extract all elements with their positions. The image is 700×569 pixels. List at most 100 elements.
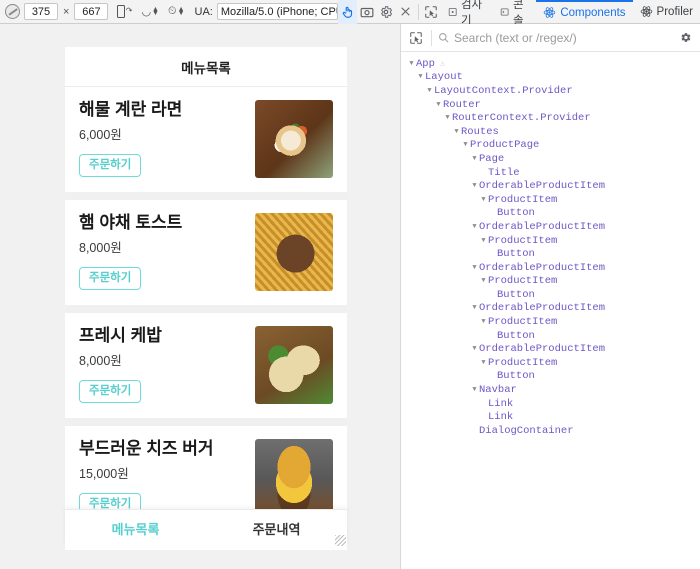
nav-link-menu-list[interactable]: 메뉴목록 [65, 519, 206, 538]
tree-node-label: DialogContainer [479, 424, 574, 437]
tree-node-title[interactable]: ▼Title [401, 166, 700, 180]
tree-node-dialogcontainer[interactable]: ▼DialogContainer [401, 424, 700, 438]
gear-icon [680, 33, 690, 42]
product-card: 해물 계란 라면 6,000원 주문하기 [65, 87, 347, 192]
tree-node-app[interactable]: ▼ App ⚠ [401, 57, 700, 71]
tree-node-layoutcontext-provider[interactable]: ▼ LayoutContext.Provider [401, 84, 700, 98]
tree-node-label: OrderableProductItem [479, 180, 606, 193]
chevron-down-icon[interactable]: ▼ [479, 318, 488, 326]
tree-node-orderableproductitem[interactable]: ▼ OrderableProductItem [401, 302, 700, 316]
product-name: 프레시 케밥 [79, 326, 162, 345]
chevron-down-icon[interactable]: ▼ [479, 277, 488, 285]
chevron-down-icon[interactable]: ▼ [470, 386, 479, 394]
chevron-down-icon[interactable]: ▼ [407, 60, 416, 68]
select-element-glyph [410, 31, 422, 44]
tree-node-button[interactable]: ▼Button [401, 247, 700, 261]
tree-node-label: LayoutContext.Provider [434, 84, 573, 97]
product-list[interactable]: 해물 계란 라면 6,000원 주문하기 햄 야채 토스트 8,000원 주문하기 프레시 … [65, 87, 347, 550]
tree-node-link[interactable]: ▼Link [401, 410, 700, 424]
tree-node-button[interactable]: ▼Button [401, 207, 700, 221]
chevron-down-icon[interactable]: ▼ [434, 101, 443, 109]
element-picker-button[interactable] [421, 0, 440, 24]
page-title: 메뉴목록 [65, 47, 347, 87]
user-agent-label: UA: [194, 5, 213, 18]
tree-node-productitem[interactable]: ▼ ProductItem [401, 356, 700, 370]
tree-node-layout[interactable]: ▼ Layout [401, 71, 700, 85]
search-icon [438, 32, 449, 43]
tree-node-productitem[interactable]: ▼ ProductItem [401, 275, 700, 289]
tree-node-button[interactable]: ▼Button [401, 370, 700, 384]
tree-node-button[interactable]: ▼Button [401, 329, 700, 343]
tree-node-label: Link [488, 411, 514, 424]
tree-node-label: Button [497, 329, 535, 342]
chevron-down-icon[interactable]: ▼ [470, 264, 479, 272]
select-element-icon[interactable] [407, 29, 425, 47]
close-device-toolbar-button[interactable] [396, 0, 415, 24]
tree-node-navbar[interactable]: ▼ Navbar [401, 383, 700, 397]
order-button[interactable]: 주문하기 [79, 153, 142, 178]
nav-link-order-history[interactable]: 주문내역 [206, 519, 347, 538]
tree-node-button[interactable]: ▼Button [401, 288, 700, 302]
user-agent-input[interactable]: Mozilla/5.0 (iPhone; CPU iPho [216, 3, 339, 20]
order-button[interactable]: 주문하기 [79, 266, 142, 291]
rotate-arrow: ↷ [125, 5, 133, 15]
chevron-down-icon[interactable]: ▼ [416, 73, 425, 81]
network-throttle-icon[interactable]: ⏲ ▲ ▼ [168, 5, 185, 18]
chevron-down-icon[interactable]: ▼ [425, 87, 434, 95]
tree-node-orderableproductitem[interactable]: ▼ OrderableProductItem [401, 261, 700, 275]
product-thumbnail [255, 439, 333, 517]
chevron-down-icon[interactable]: ▼ [470, 304, 479, 312]
tab-console[interactable]: 콘솔 [493, 0, 537, 27]
tree-node-label: Button [497, 288, 535, 301]
tree-node-routercontext-provider[interactable]: ▼ RouterContext.Provider [401, 111, 700, 125]
device-settings-button[interactable] [376, 0, 395, 24]
chevron-down-icon[interactable]: ▼ [443, 114, 452, 122]
tree-node-link[interactable]: ▼Link [401, 397, 700, 411]
search-input[interactable] [454, 30, 676, 45]
device-height-input[interactable]: 667 [74, 3, 109, 20]
product-info: 햄 야채 토스트 8,000원주문하기 [79, 213, 245, 291]
react-logo-icon [544, 7, 556, 18]
chevron-down-icon[interactable]: ▼ [479, 359, 488, 367]
touch-simulation-icon[interactable] [338, 0, 358, 24]
order-button[interactable]: 주문하기 [79, 379, 142, 404]
product-thumbnail [255, 213, 333, 291]
tree-node-orderableproductitem[interactable]: ▼ OrderableProductItem [401, 220, 700, 234]
tree-node-productitem[interactable]: ▼ ProductItem [401, 234, 700, 248]
tab-profiler[interactable]: Profiler [633, 0, 700, 24]
tree-node-label: OrderableProductItem [479, 261, 606, 274]
screenshot-button[interactable] [357, 0, 376, 24]
chevron-down-icon[interactable]: ▼ [470, 345, 479, 353]
tree-node-orderableproductitem[interactable]: ▼ OrderableProductItem [401, 342, 700, 356]
chevron-down-icon[interactable]: ▼ [461, 141, 470, 149]
tree-node-productitem[interactable]: ▼ ProductItem [401, 315, 700, 329]
tree-node-routes[interactable]: ▼ Routes [401, 125, 700, 139]
chevron-down-icon[interactable]: ▼ [470, 155, 479, 163]
tree-node-page[interactable]: ▼ Page [401, 152, 700, 166]
device-preview-area: 메뉴목록 해물 계란 라면 6,000원 주문하기 햄 야채 토스트 8,000원 주문하… [0, 25, 400, 569]
chevron-down-icon[interactable]: ▼ [470, 223, 479, 231]
viewport-resize-handle[interactable] [335, 535, 346, 546]
tree-node-label: Link [488, 397, 514, 410]
chevron-down-icon[interactable]: ▼ [479, 237, 488, 245]
tree-node-label: Layout [425, 71, 463, 84]
tree-node-productpage[interactable]: ▼ ProductPage [401, 139, 700, 153]
tree-node-orderableproductitem[interactable]: ▼ OrderableProductItem [401, 179, 700, 193]
devtools-settings-button[interactable] [676, 29, 694, 47]
chevron-down-icon[interactable]: ▼ [479, 196, 488, 204]
rotate-device-icon[interactable]: ↷ [114, 3, 132, 21]
tab-inspector[interactable]: 검사기 [441, 0, 493, 27]
search-divider [431, 29, 432, 46]
product-name: 햄 야채 토스트 [79, 213, 183, 232]
tree-node-router[interactable]: ▼ Router [401, 98, 700, 112]
product-price: 8,000원 [79, 240, 122, 255]
device-width-input[interactable]: 375 [24, 3, 58, 20]
tree-node-productitem[interactable]: ▼ ProductItem [401, 193, 700, 207]
chevron-down-icon[interactable]: ▼ [452, 128, 461, 136]
tab-components[interactable]: Components [536, 0, 633, 24]
responsive-device-icon[interactable] [5, 4, 20, 19]
chevron-down-icon[interactable]: ▼ [470, 182, 479, 190]
component-tree[interactable]: ▼ App ⚠ ▼ Layout ▼ LayoutContext.Provider ▼ Rout… [401, 52, 700, 438]
zoom-select-icon[interactable]: ◡ ▲ ▼ [141, 5, 159, 19]
product-price: 8,000원 [79, 353, 122, 368]
